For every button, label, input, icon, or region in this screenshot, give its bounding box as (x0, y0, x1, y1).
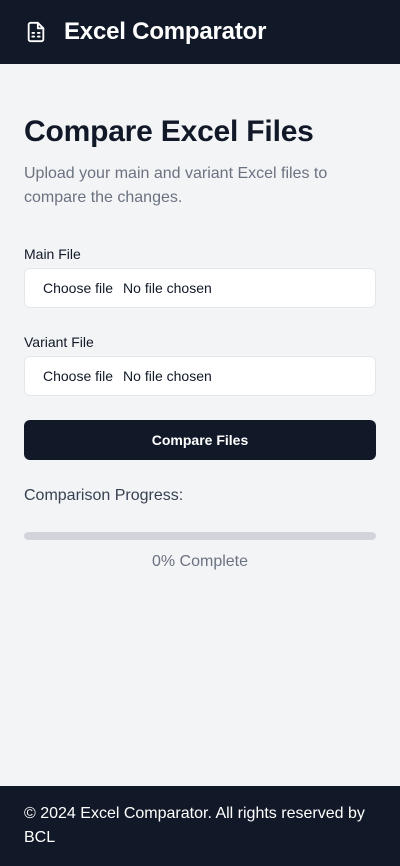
app-header: Excel Comparator (0, 0, 400, 64)
variant-file-input[interactable]: Choose file No file chosen (24, 356, 376, 396)
page-title: Compare Excel Files (24, 115, 314, 148)
file-spreadsheet-icon (24, 20, 48, 44)
app-footer: © 2024 Excel Comparator. All rights rese… (0, 786, 400, 866)
variant-file-status: No file chosen (123, 368, 212, 384)
main-file-status: No file chosen (123, 280, 212, 296)
compare-files-button[interactable]: Compare Files (24, 420, 376, 460)
main-file-choose-button[interactable]: Choose file (43, 280, 113, 296)
progress-label: Comparison Progress: (24, 487, 184, 504)
main-content: Compare Excel Files Upload your main and… (24, 64, 376, 572)
main-file-input[interactable]: Choose file No file chosen (24, 268, 376, 308)
main-file-label: Main File (24, 246, 81, 262)
variant-file-choose-button[interactable]: Choose file (43, 368, 113, 384)
page-subtitle: Upload your main and variant Excel files… (24, 165, 328, 206)
progress-bar (24, 532, 376, 540)
variant-file-label: Variant File (24, 334, 94, 350)
app-title: Excel Comparator (64, 18, 267, 45)
footer-copyright: © 2024 Excel Comparator. All rights rese… (24, 805, 365, 846)
page: Excel Comparator Compare Excel Files Upl… (0, 0, 400, 866)
progress-text: 0% Complete (151, 553, 249, 570)
